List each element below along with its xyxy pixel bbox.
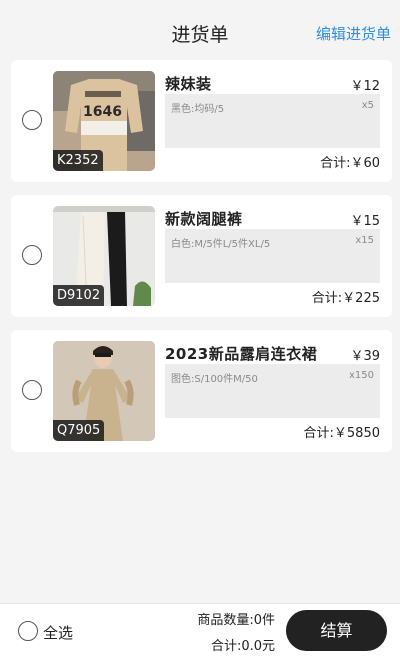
item-select-radio[interactable] <box>22 245 42 265</box>
product-name: 新款阔腿裤 <box>165 210 243 228</box>
item-subtotal: 合计:￥5850 <box>303 426 380 441</box>
product-price: ￥12 <box>350 79 380 94</box>
product-name: 辣妹装 <box>165 75 212 93</box>
item-select-radio[interactable] <box>22 380 42 400</box>
order-item-card: 1646 K2352 辣妹装 ￥12 黑色:均码/5 x5 合计:￥60 <box>11 60 392 182</box>
spec-quantity: x150 <box>348 370 374 381</box>
spec-text: 黑色:均码/5 <box>171 104 225 115</box>
select-all-label[interactable]: 全选 <box>43 622 73 643</box>
header-bar: 进货单 编辑进货单 <box>0 0 400 58</box>
product-name: 2023新品露肩连衣裙 <box>165 345 318 363</box>
product-price: ￥15 <box>350 214 380 229</box>
spec-box[interactable]: 图色:S/100件M/50 x150 <box>165 364 380 418</box>
product-image[interactable]: 1646 K2352 <box>53 71 155 171</box>
spec-text: 图色:S/100件M/50 <box>171 374 258 385</box>
order-item-card: Q7905 2023新品露肩连衣裙 ￥39 图色:S/100件M/50 x150… <box>11 330 392 452</box>
item-count-text: 商品数量:0件 <box>197 613 275 628</box>
total-amount-text: 合计:0.0元 <box>210 639 275 654</box>
select-all-radio[interactable] <box>18 621 38 641</box>
product-code-badge: K2352 <box>53 150 103 171</box>
product-image[interactable]: D9102 <box>53 206 155 306</box>
checkout-bar: 全选 商品数量:0件 合计:0.0元 结算 <box>0 603 400 661</box>
product-code-badge: Q7905 <box>53 420 105 441</box>
spec-box[interactable]: 黑色:均码/5 x5 <box>165 94 380 148</box>
order-item-card: D9102 新款阔腿裤 ￥15 白色:M/5件L/5件XL/5 x15 合计:￥… <box>11 195 392 317</box>
spec-quantity: x5 <box>361 100 374 111</box>
spec-quantity: x15 <box>355 235 374 246</box>
item-select-radio[interactable] <box>22 110 42 130</box>
spec-text: 白色:M/5件L/5件XL/5 <box>171 239 271 250</box>
product-price: ￥39 <box>350 349 380 364</box>
product-image[interactable]: Q7905 <box>53 341 155 441</box>
product-code-badge: D9102 <box>53 285 105 306</box>
item-subtotal: 合计:￥225 <box>311 291 380 306</box>
checkout-button[interactable]: 结算 <box>286 610 387 651</box>
svg-text:1646: 1646 <box>83 104 122 120</box>
spec-box[interactable]: 白色:M/5件L/5件XL/5 x15 <box>165 229 380 283</box>
item-subtotal: 合计:￥60 <box>320 156 380 171</box>
edit-order-button[interactable]: 编辑进货单 <box>316 23 391 44</box>
